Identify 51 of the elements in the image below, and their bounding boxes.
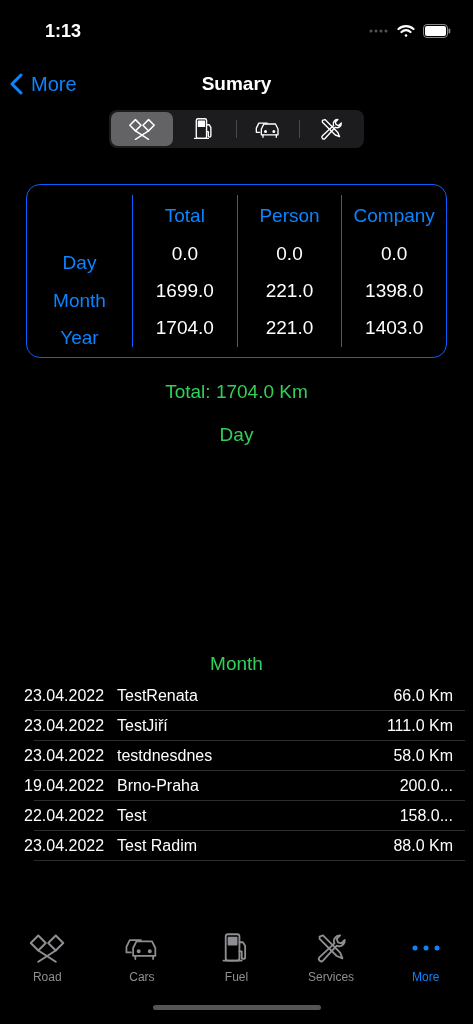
trip-name: Test bbox=[116, 805, 148, 826]
trip-date: 19.04.2022 bbox=[24, 775, 106, 796]
back-button[interactable]: More bbox=[0, 69, 77, 99]
total-distance: Total: 1704.0 Km bbox=[164, 380, 309, 404]
trip-distance: 88.0 Km bbox=[393, 835, 453, 856]
table-cell-text: 221.0 bbox=[264, 278, 315, 303]
trip-name: TestRenata bbox=[116, 685, 199, 706]
column-header: Company bbox=[352, 203, 436, 228]
wifi-icon bbox=[397, 24, 415, 38]
table-cell-text: 1704.0 bbox=[154, 316, 215, 341]
trip-name: Brno-Praha bbox=[116, 775, 200, 796]
trip-date: 23.04.2022 bbox=[24, 835, 106, 856]
section-title: Day bbox=[218, 422, 255, 447]
trip-distance: 200.0... bbox=[399, 775, 453, 796]
chevron-left-icon bbox=[10, 73, 23, 95]
column-header: Total bbox=[163, 203, 206, 228]
trip-distance: 158.0... bbox=[399, 805, 453, 826]
row-label: Month bbox=[52, 288, 107, 313]
table-cell-text: 1699.0 bbox=[154, 278, 215, 303]
table-cell-text: 0.0 bbox=[379, 241, 409, 266]
trip-distance: 111.0 Km bbox=[386, 715, 453, 736]
crossed-flags-icon bbox=[127, 117, 158, 141]
signal-icon bbox=[369, 29, 389, 33]
tab-bar-item[interactable]: Cars bbox=[94, 930, 190, 986]
table-cell-text: 0.0 bbox=[275, 241, 304, 266]
trip-date: 23.04.2022 bbox=[24, 685, 106, 706]
table-cell-text: 1398.0 bbox=[364, 278, 425, 303]
table-cell-text: 1403.0 bbox=[364, 316, 425, 341]
nav-title: Sumary bbox=[201, 71, 272, 96]
table-cell-text: 0.0 bbox=[170, 241, 200, 266]
trip-name: Test Radim bbox=[116, 835, 199, 856]
trip-date: 23.04.2022 bbox=[24, 745, 106, 766]
tab-bar-item[interactable]: Fuel bbox=[189, 930, 284, 986]
tab-bar-item[interactable]: Road bbox=[0, 930, 95, 986]
trip-name: testdnesdnes bbox=[116, 745, 214, 766]
trip-date: 22.04.2022 bbox=[24, 805, 106, 826]
trip-date: 23.04.2022 bbox=[24, 715, 106, 736]
section-title: Month bbox=[209, 652, 264, 676]
row-label: Day bbox=[61, 251, 98, 276]
more-dots-icon bbox=[410, 943, 441, 952]
segment[interactable] bbox=[111, 112, 174, 146]
table-cell-text: 221.0 bbox=[264, 316, 315, 341]
status-time: 1:13 bbox=[45, 19, 82, 43]
battery-icon bbox=[423, 24, 451, 38]
row-label: Year bbox=[59, 326, 100, 351]
trip-distance: 66.0 Km bbox=[393, 685, 453, 706]
tab-bar-item[interactable]: More bbox=[378, 930, 473, 986]
column-header: Person bbox=[258, 203, 321, 228]
trip-distance: 58.0 Km bbox=[393, 745, 453, 766]
trip-name: TestJiří bbox=[116, 715, 169, 736]
tab-bar-item[interactable]: Services bbox=[283, 930, 379, 986]
